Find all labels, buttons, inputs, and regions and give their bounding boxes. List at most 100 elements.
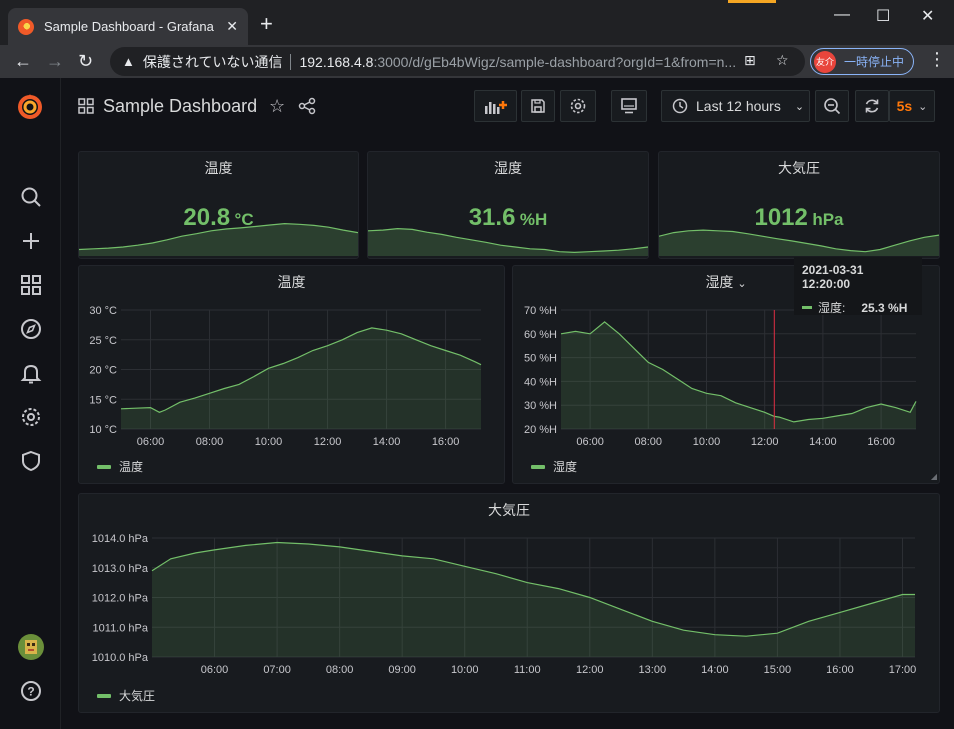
y-tick-label: 15 °C [89,394,117,406]
y-tick-label: 10 °C [89,424,117,436]
series-area [121,327,481,429]
x-tick-label: 08:00 [326,664,354,676]
x-tick-label: 08:00 [635,436,663,448]
temperature-chart[interactable]: 10 °C 15 °C 20 °C 25 °C 30 °C 06:00 08:00 10:00… [79,266,504,483]
tooltip-time: 2021-03-31 12:20:00 [802,263,864,291]
x-tick-label: 14:00 [701,664,729,676]
favorite-star-icon[interactable]: ☆ [269,96,285,117]
reload-icon[interactable]: ↻ [78,49,93,73]
url-path[interactable]: :3000/d/gEb4bWigz/sample-dashboard?orgId… [373,54,736,70]
help-icon[interactable]: ? [18,678,44,704]
y-tick-label: 20 °C [89,365,117,377]
user-avatar[interactable] [18,634,44,660]
y-tick-label: 50 %H [524,353,557,365]
settings-gear-icon[interactable] [18,404,44,430]
add-panel-button[interactable] [474,90,517,122]
pressure-chart[interactable]: 1010.0 hPa 1011.0 hPa 1012.0 hPa 1013.0 hPa… [79,494,939,712]
legend-label: 大気圧 [119,689,156,703]
time-range-label: Last 12 hours [696,98,781,114]
x-tick-label: 11:00 [514,664,541,676]
refresh-interval-picker[interactable]: 5s ⌄ [889,90,935,122]
series-area [152,542,915,657]
stat-value: 20.8 °C [79,204,358,232]
y-tick-label: 30 °C [89,305,117,317]
close-tab-icon[interactable]: ✕ [226,18,238,35]
cog-icon [570,98,586,114]
graph-panel-temperature[interactable]: 温度 10 °C 15 °C 20 °C 25 °C 30 °C 06:00 08:00 10… [78,265,505,484]
y-tick-label: 70 %H [524,305,557,317]
cycle-view-mode-button[interactable] [611,90,647,122]
x-tick-label: 09:00 [388,664,416,676]
refresh-icon [865,99,879,113]
y-tick-label: 1014.0 hPa [92,533,149,545]
legend-label: 温度 [119,460,144,474]
close-window-button[interactable]: ✕ [921,6,934,26]
stat-number: 1012 [754,204,808,231]
browser-tab[interactable]: Sample Dashboard - Grafana ✕ [8,8,248,45]
zoom-out-icon [824,98,841,115]
graph-panel-pressure[interactable]: 大気圧 1010.0 hPa 1011.0 hPa 1012.0 hPa 1013.0… [78,493,940,713]
insecure-label[interactable]: 保護されていない通信 [143,52,283,72]
browser-menu-icon[interactable]: ⋮ [928,49,946,70]
stat-number: 31.6 [468,204,516,231]
grafana-sidebar: ? [0,78,61,729]
dashboard-header: Sample Dashboard ☆ Last 12 hours ⌄ 5s ⌄ [62,78,954,136]
stat-panel-temperature[interactable]: 温度 20.8 °C [78,151,359,259]
resize-handle-icon[interactable]: ◢ [931,472,937,481]
legend-label: 湿度 [553,460,578,474]
address-bar[interactable]: ▲ 保護されていない通信 192.168.4.8:3000/d/gEb4bWig… [110,47,805,76]
refresh-button[interactable] [855,90,889,122]
x-tick-label: 10:00 [255,436,283,448]
alerting-bell-icon[interactable] [18,360,44,386]
add-panel-icon [484,101,507,114]
monitor-icon [621,98,637,114]
stat-unit: hPa [812,210,844,229]
minimize-button[interactable]: — [834,6,850,24]
share-icon[interactable] [298,97,316,120]
time-range-picker[interactable]: Last 12 hours ⌄ [661,90,810,122]
zoom-out-button[interactable] [815,90,849,122]
new-tab-button[interactable]: + [260,12,273,36]
x-tick-label: 08:00 [196,436,224,448]
legend-swatch [97,693,111,698]
y-tick-label: 1012.0 hPa [92,593,149,605]
x-tick-label: 12:00 [314,436,342,448]
server-admin-shield-icon[interactable] [18,448,44,474]
x-tick-label: 06:00 [201,664,229,676]
address-separator [290,53,292,70]
tooltip-swatch [802,306,812,309]
grafana-logo-icon[interactable] [15,92,45,122]
chevron-down-icon: ⌄ [794,100,805,113]
dashboard-settings-button[interactable] [560,90,596,122]
x-tick-label: 06:00 [576,436,604,448]
explore-compass-icon[interactable] [18,316,44,342]
translate-icon[interactable]: ⊞ [744,52,756,69]
dashboard-title[interactable]: Sample Dashboard [103,96,257,117]
stat-value: 1012 hPa [659,204,939,232]
back-arrow-icon[interactable]: ← [14,49,32,73]
x-tick-label: 17:00 [889,664,917,676]
profile-button[interactable]: 友介 一時停止中 [810,48,914,75]
refresh-interval-label: 5s [896,98,913,114]
series-area [561,321,916,429]
x-tick-label: 16:00 [826,664,854,676]
legend-item[interactable]: 湿度 [531,458,577,475]
stat-unit: °C [234,210,254,229]
x-tick-label: 15:00 [764,664,792,676]
dashboard-grid-icon[interactable] [78,98,94,119]
dashboards-grid-icon[interactable] [18,272,44,298]
legend-item[interactable]: 温度 [97,458,143,475]
search-icon[interactable] [18,184,44,210]
create-plus-icon[interactable] [18,228,44,254]
stat-panel-pressure[interactable]: 大気圧 1012 hPa [658,151,940,259]
stat-panel-humidity[interactable]: 湿度 31.6 %H [367,151,649,259]
forward-arrow-icon[interactable]: → [46,49,64,73]
legend-item[interactable]: 大気圧 [97,687,155,704]
save-dashboard-button[interactable] [521,90,555,122]
url-host[interactable]: 192.168.4.8 [299,54,373,70]
y-tick-label: 60 %H [524,329,557,341]
save-icon [531,99,545,113]
bookmark-star-icon[interactable]: ☆ [776,52,789,69]
maximize-button[interactable]: ☐ [876,6,890,26]
chevron-down-icon: ⌄ [918,100,928,113]
